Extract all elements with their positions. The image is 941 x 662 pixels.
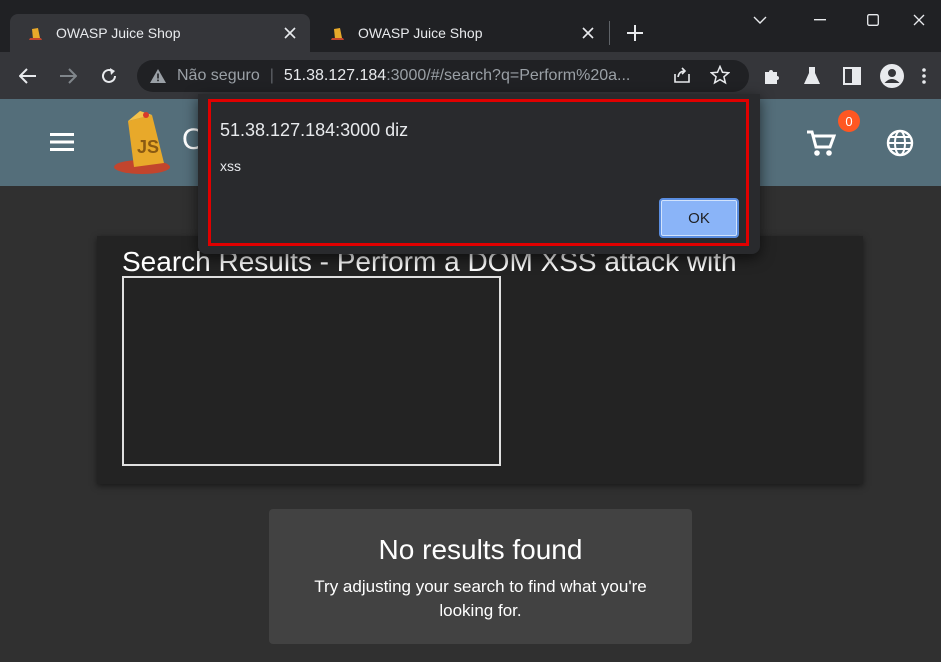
no-results-card: No results found Try adjusting your sear… bbox=[269, 509, 692, 644]
no-results-title: No results found bbox=[378, 534, 583, 565]
minimize-icon[interactable] bbox=[808, 8, 832, 32]
reload-icon[interactable] bbox=[97, 64, 121, 88]
juice-shop-favicon-icon bbox=[331, 28, 344, 40]
window-close-icon[interactable] bbox=[907, 8, 931, 32]
no-results-message: Try adjusting your search to find what y… bbox=[314, 577, 647, 620]
search-results-card: Search Results - Perform a DOM XSS attac… bbox=[97, 236, 863, 484]
language-globe-icon[interactable] bbox=[886, 129, 914, 157]
tab-juice-shop-2[interactable]: OWASP Juice Shop bbox=[312, 14, 608, 52]
shopping-cart-icon[interactable] bbox=[806, 129, 836, 157]
forward-arrow-icon[interactable] bbox=[56, 64, 80, 88]
hamburger-menu-icon[interactable] bbox=[48, 129, 76, 155]
juice-shop-favicon-icon bbox=[29, 28, 42, 40]
cart-count-badge: 0 bbox=[838, 110, 860, 132]
browser-toolbar: Não seguro | 51.38.127.184 :3000/#/searc… bbox=[0, 52, 941, 99]
back-arrow-icon[interactable] bbox=[16, 64, 40, 88]
warning-icon[interactable] bbox=[149, 67, 167, 85]
address-bar[interactable]: Não seguro | 51.38.127.184 :3000/#/searc… bbox=[137, 60, 749, 92]
tab-title: OWASP Juice Shop bbox=[358, 25, 483, 41]
profile-avatar-icon[interactable] bbox=[880, 64, 904, 88]
omnibox-separator: | bbox=[269, 67, 274, 84]
side-panel-icon[interactable] bbox=[840, 64, 864, 88]
alert-dialog: 51.38.127.184:3000 diz xss OK bbox=[198, 94, 760, 254]
new-tab-plus-icon[interactable] bbox=[624, 22, 646, 44]
tab-separator bbox=[609, 21, 610, 45]
tab-close-icon[interactable] bbox=[282, 25, 298, 41]
security-label[interactable]: Não seguro bbox=[177, 67, 260, 85]
alert-title: 51.38.127.184:3000 diz bbox=[220, 120, 409, 140]
bookmark-star-icon[interactable] bbox=[709, 64, 731, 90]
share-icon[interactable] bbox=[672, 65, 692, 90]
tab-close-icon[interactable] bbox=[580, 25, 596, 41]
tab-search-chevron-icon[interactable] bbox=[748, 8, 772, 32]
maximize-icon[interactable] bbox=[861, 8, 885, 32]
svg-text:JS: JS bbox=[137, 137, 159, 157]
tab-juice-shop-1[interactable]: OWASP Juice Shop bbox=[10, 14, 310, 52]
browser-menu-icon[interactable] bbox=[912, 64, 936, 88]
ok-button[interactable]: OK bbox=[659, 198, 739, 238]
url-path: :3000/#/search?q=Perform%20a... bbox=[386, 67, 631, 84]
url-host: 51.38.127.184 bbox=[283, 67, 387, 84]
injected-iframe[interactable] bbox=[122, 276, 501, 466]
juice-shop-logo-icon[interactable]: JS bbox=[112, 107, 176, 175]
tab-strip: OWASP Juice Shop OWASP Juice Shop bbox=[0, 0, 941, 52]
tab-title: OWASP Juice Shop bbox=[56, 25, 181, 41]
alert-message: xss bbox=[220, 158, 241, 174]
extensions-puzzle-icon[interactable] bbox=[760, 64, 784, 88]
labs-flask-icon[interactable] bbox=[800, 64, 824, 88]
